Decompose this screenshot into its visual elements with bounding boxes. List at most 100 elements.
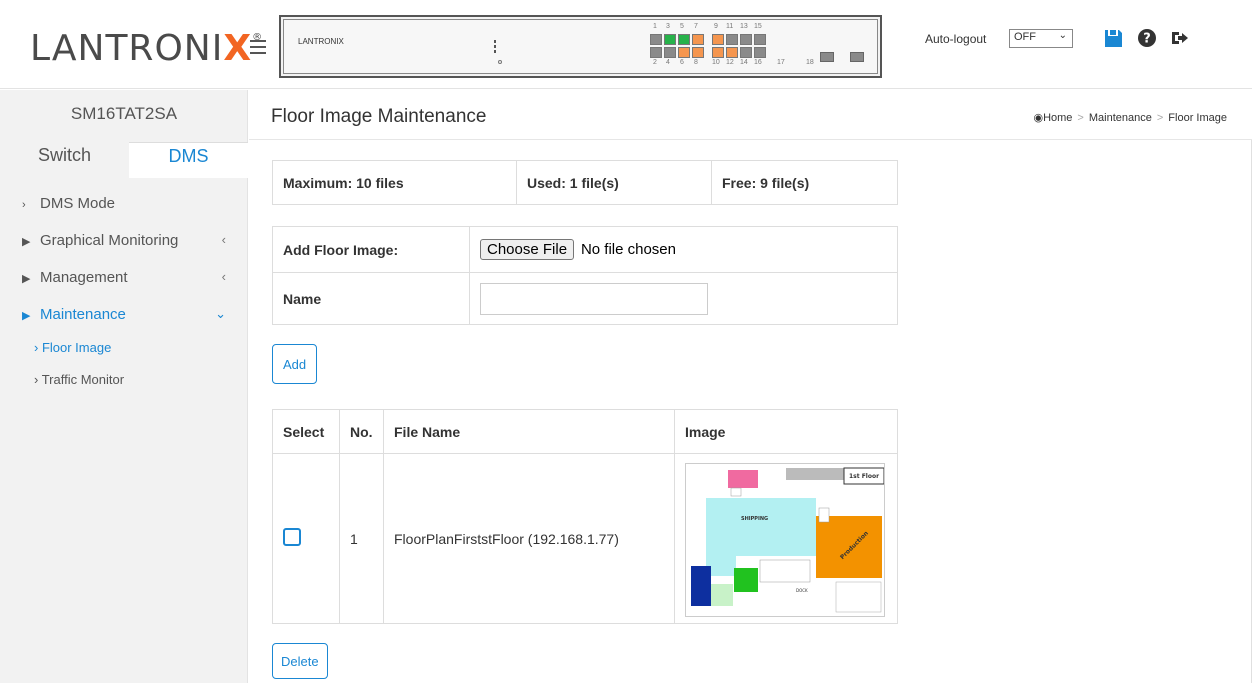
sidebar-item-maintenance[interactable]: ▶ Maintenance ⌄ [22,306,226,323]
port-2[interactable] [650,47,662,58]
row-file-name: FloorPlanFirststFloor (192.168.1.77) [383,453,675,624]
choose-file-button[interactable]: Choose File [480,239,575,260]
sfp-port-17[interactable] [820,52,834,62]
lantronix-logo: LANTRONIX® [30,28,264,69]
add-floor-image-label: Add Floor Image: [272,226,470,273]
sidebar-subitem-label: Traffic Monitor [41,372,125,387]
title-divider [249,139,1252,140]
delete-button[interactable]: Delete [272,643,328,679]
chevron-left-icon: ‹ [221,232,226,247]
stat-free: Free: 9 file(s) [711,160,898,205]
sidebar-tabs: Switch DMS [0,142,248,178]
select-cell [272,453,340,624]
file-chooser: Choose File No file chosen [469,226,898,273]
port-5[interactable] [678,34,690,45]
sidebar: SM16TAT2SA Switch DMS › DMS Mode ▶ Graphic… [0,90,248,683]
port-label-4: 4 [666,59,670,66]
dock-label: DOCK [796,588,808,593]
table-header-row: Select No. File Name Image [272,409,898,454]
row-number: 1 [339,453,384,624]
logout-icon[interactable] [1168,27,1190,49]
sidebar-item-dms-mode[interactable]: › DMS Mode [22,195,222,212]
breadcrumb-floor-image: Floor Image [1168,112,1227,124]
chevron-right-icon: › [34,372,42,387]
port-label-1: 1 [653,23,657,30]
image-cell: 1st Floor SHIPPING Production DOCK [674,453,898,624]
stat-maximum: Maximum: 10 files [272,160,517,205]
port-9[interactable] [712,34,724,45]
autologout-label: Auto-logout [925,32,987,46]
tab-dms[interactable]: DMS [129,142,248,178]
port-13[interactable] [740,34,752,45]
sfp-port-18[interactable] [850,52,864,62]
breadcrumb-home[interactable]: Home [1043,112,1072,124]
port-12[interactable] [726,47,738,58]
port-label-12: 12 [726,59,734,66]
floor-label: 1st Floor [849,473,879,480]
triangle-right-icon: ▶ [22,236,31,248]
port-label-8: 8 [694,59,698,66]
column-header-select: Select [272,409,340,454]
port-15[interactable] [754,34,766,45]
column-header-image: Image [674,409,898,454]
chevron-down-icon: ⌄ [215,306,226,321]
port-label-15: 15 [754,23,762,30]
save-icon[interactable] [1102,27,1124,49]
port-label-17: 17 [777,59,785,66]
tab-switch[interactable]: Switch [0,142,129,178]
port-11[interactable] [726,34,738,45]
add-floor-image-form: Add Floor Image: Choose File No file cho… [272,226,898,325]
device-front-panel: LANTRONIX 1 3 5 7 9 11 13 15 2 4 6 8 10 … [279,15,882,78]
storage-stats-table: Maximum: 10 files Used: 1 file(s) Free: … [272,160,898,205]
sidebar-item-label: DMS Mode [40,195,116,212]
device-brand: LANTRONIX [298,37,344,46]
port-label-9: 9 [714,23,718,30]
port-label-2: 2 [653,59,657,66]
name-label: Name [272,272,470,325]
floor-plan-thumbnail[interactable]: 1st Floor SHIPPING Production DOCK [685,462,885,617]
shipping-label: SHIPPING [741,516,768,522]
floor-images-table: Select No. File Name Image 1 FloorPlanFi… [272,409,898,624]
breadcrumb: ◉Home > Maintenance > Floor Image [1033,112,1227,124]
port-panel: 1 3 5 7 9 11 13 15 2 4 6 8 10 12 14 16 1… [650,23,814,68]
sidebar-subitem-traffic-monitor[interactable]: › Traffic Monitor [34,372,124,387]
sidebar-item-management[interactable]: ▶ Management ‹ [22,269,226,286]
chevron-left-icon: ‹ [221,269,226,284]
help-icon[interactable]: ? [1136,27,1158,49]
sidebar-item-label: Maintenance [40,306,126,323]
name-input[interactable] [480,282,708,315]
port-16[interactable] [754,47,766,58]
add-button[interactable]: Add [272,344,318,384]
sidebar-subitem-floor-image[interactable]: › Floor Image [34,340,111,355]
device-name: SM16TAT2SA [70,104,178,123]
port-7[interactable] [692,34,704,45]
floor-plan-image: 1st Floor SHIPPING Production DOCK [686,463,884,616]
port-3[interactable] [664,34,676,45]
menu-icon[interactable] [250,40,266,54]
file-status: No file chosen [580,241,676,258]
port-8[interactable] [692,47,704,58]
port-label-14: 14 [740,59,748,66]
triangle-right-icon: ▶ [22,310,31,322]
port-4[interactable] [664,47,676,58]
port-label-18: 18 [806,59,814,66]
port-1[interactable] [650,34,662,45]
sidebar-item-graphical-monitoring[interactable]: ▶ Graphical Monitoring ‹ [22,232,226,249]
breadcrumb-maintenance[interactable]: Maintenance [1089,112,1152,124]
port-label-5: 5 [680,23,684,30]
port-14[interactable] [740,47,752,58]
autologout-select[interactable]: OFF ⌄ [1009,29,1073,48]
column-header-no: No. [339,409,384,454]
svg-text:?: ? [1143,32,1151,47]
port-label-6: 6 [680,59,684,66]
row-select-checkbox[interactable] [283,528,301,546]
sidebar-subitem-label: Floor Image [41,340,112,355]
main-content: Floor Image Maintenance ◉Home > Maintenanc… [249,90,1252,683]
table-row: 1 FloorPlanFirststFloor (192.168.1.77) 1… [272,453,898,624]
port-10[interactable] [712,47,724,58]
port-label-13: 13 [740,23,748,30]
port-6[interactable] [678,47,690,58]
chevron-down-icon: ⌄ [1058,30,1067,41]
chevron-right-icon: › [22,199,26,211]
stat-used: Used: 1 file(s) [516,160,712,205]
